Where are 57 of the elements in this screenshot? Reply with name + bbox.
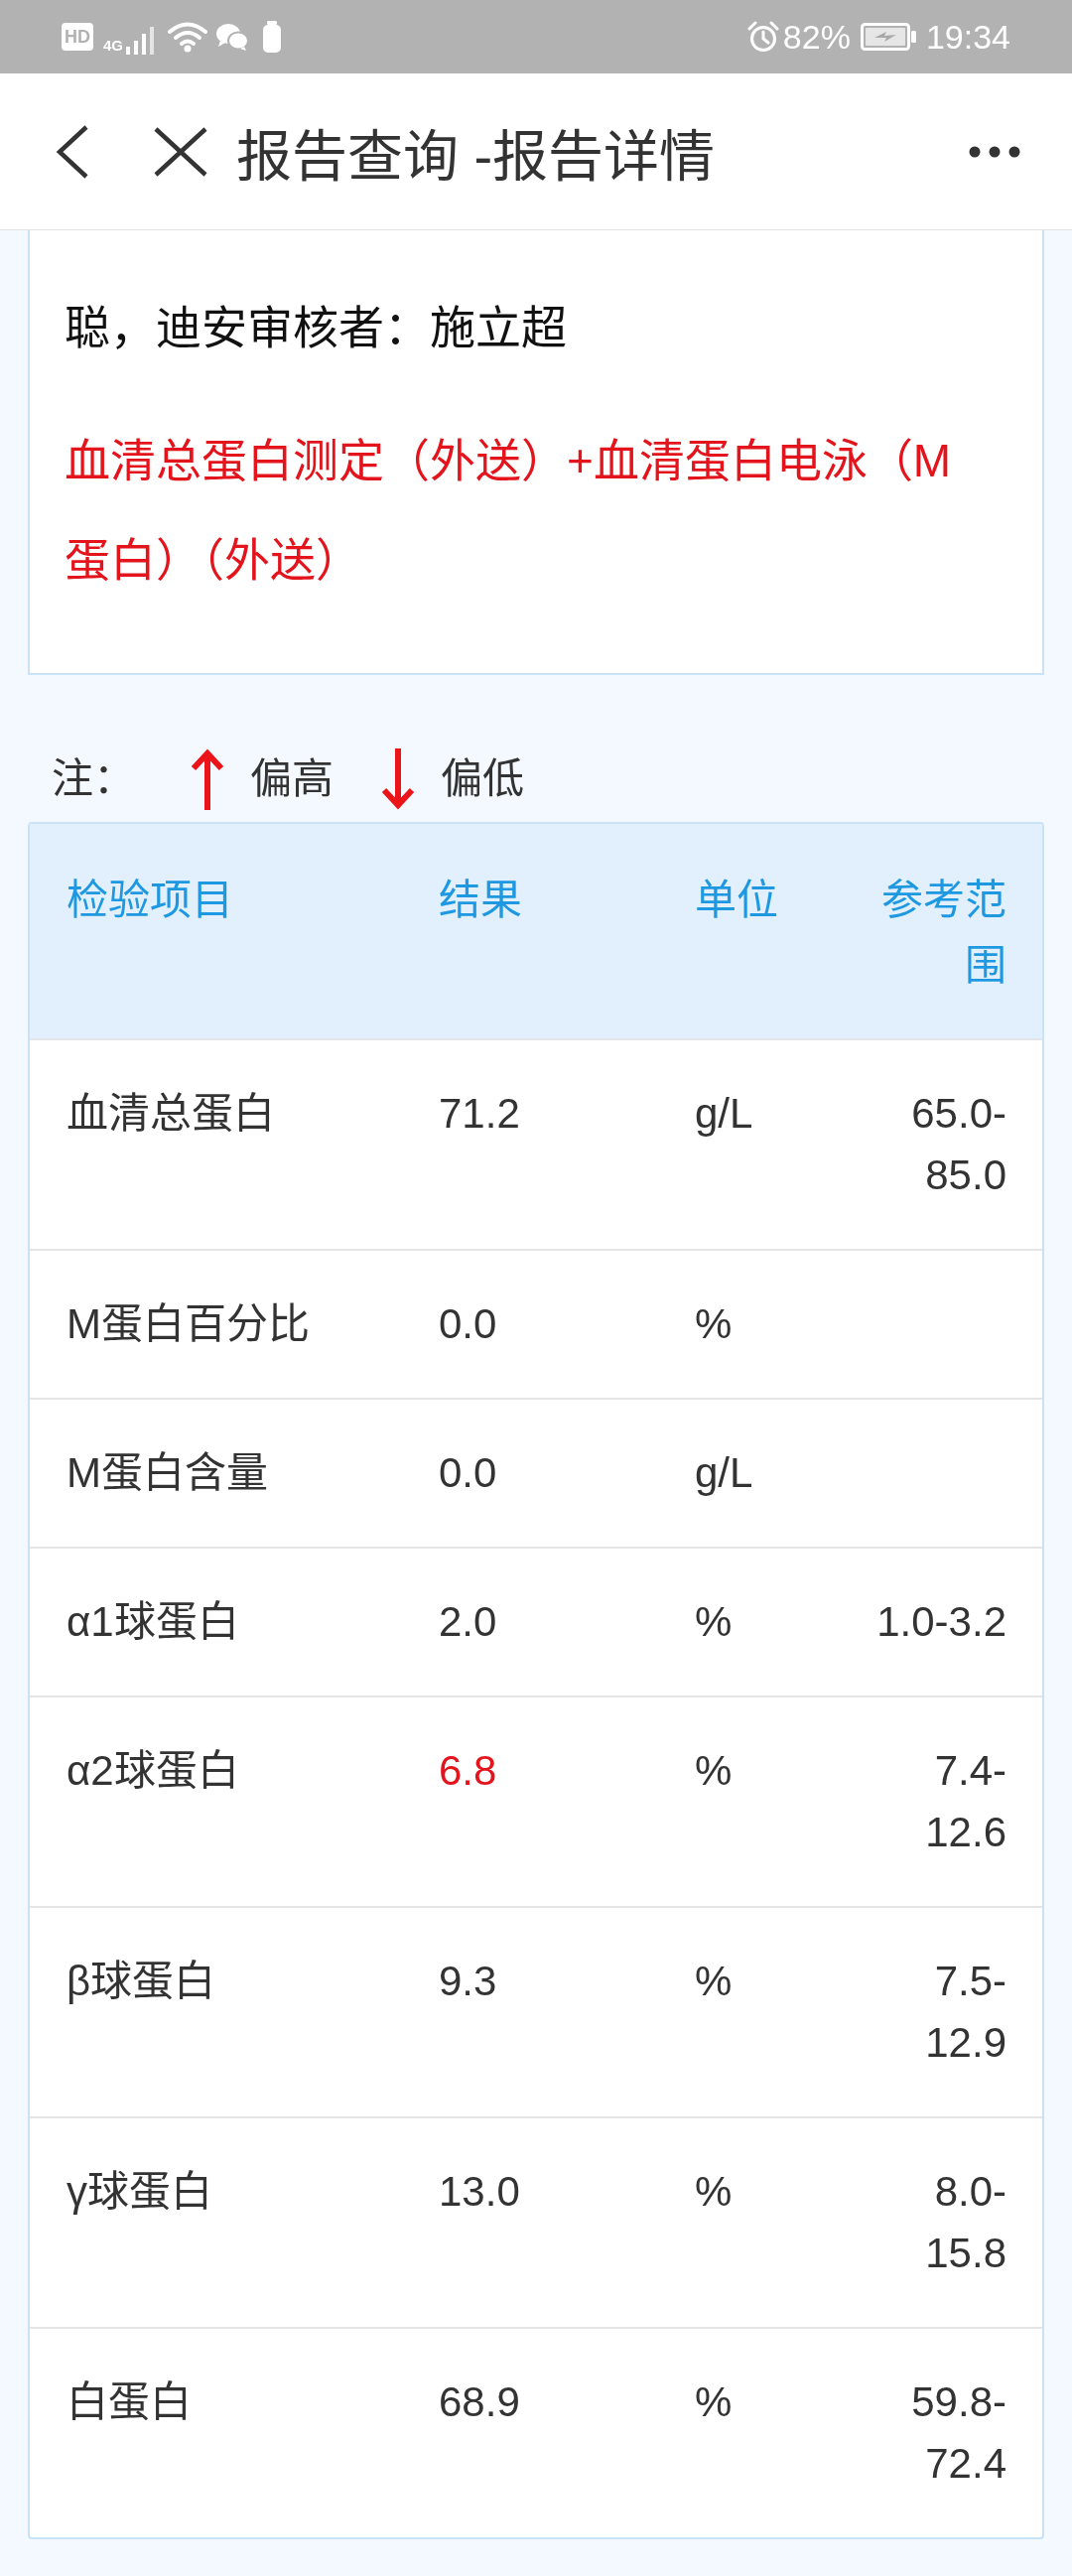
result-cell: 13.0 [439,2168,520,2215]
column-header: 参考范围 [880,876,1006,991]
arrow-down-icon [381,748,415,810]
unit-cell: % [695,2378,733,2425]
item-cell-text: 血清总蛋白 [67,1089,276,1139]
status-time: 19:34 [925,17,1010,57]
battery-charging-icon [860,23,916,51]
close-icon [153,125,208,178]
unit-cell: % [695,1958,733,2004]
more-button[interactable] [969,145,1020,158]
result-cell: 71.2 [439,1090,520,1137]
item-cell-text: γ球蛋白 [67,2167,213,2217]
unit-cell: g/L [695,1090,753,1137]
result-cell: 2.0 [439,1598,497,1645]
item-cell-text: M蛋白含量 [67,1448,269,1498]
range-cell-text: 7.5-12.9 [924,1957,1006,2068]
test-name-text: 血清总蛋白测定（外送）+血清蛋白电泳（M蛋白）（外送） [65,434,953,588]
unit-cell: % [695,1598,733,1645]
item-cell-text: β球蛋白 [67,1957,217,2006]
column-header: 单位 [695,876,779,925]
legend-text: 偏低 [441,754,524,804]
range-cell-text: 1.0-3.2 [876,1597,1006,1647]
arrow-up-icon [191,748,224,810]
battery-percent: 82% [782,17,851,57]
wifi-icon [168,21,207,53]
hd-badge: HD [62,23,93,51]
range-cell-text: 65.0-85.0 [910,1089,1006,1200]
range-cell-text: 59.8-72.4 [910,2377,1006,2489]
item-cell-text: 白蛋白 [67,2377,193,2427]
column-header: 检验项目 [67,876,234,925]
result-cell: 0.0 [439,1449,497,1496]
item-cell-text: α1球蛋白 [67,1597,240,1647]
more-dots-icon [969,145,1020,158]
unit-cell: % [695,1747,733,1794]
page-title: 报告查询 -报告详情 [236,124,716,190]
alarm-clock-icon [746,21,779,53]
unit-cell: g/L [695,1449,753,1496]
column-header: 结果 [439,876,523,925]
note-text: 聪，迪安审核者：施立超 [65,301,568,355]
legend-text: 偏高 [250,754,334,804]
chat-bubbles-icon [215,22,249,52]
back-chevron-icon [56,123,89,180]
close-button[interactable] [153,125,208,178]
range-cell-text: 8.0-15.8 [924,2167,1006,2278]
unit-cell: % [695,2168,733,2215]
network-type-label: 4G [103,37,123,54]
result-cell: 68.9 [439,2378,520,2425]
legend-label: 注： [52,754,135,804]
range-cell-text: 7.4-12.6 [924,1746,1006,1857]
result-cell: 6.8 [439,1747,497,1794]
capsule-icon [263,21,281,53]
result-cell: 0.0 [439,1300,497,1347]
unit-cell: % [695,1300,733,1347]
back-button[interactable] [56,123,89,180]
item-cell-text: M蛋白百分比 [67,1299,311,1349]
item-cell-text: α2球蛋白 [67,1746,240,1796]
result-cell: 9.3 [439,1958,497,2004]
